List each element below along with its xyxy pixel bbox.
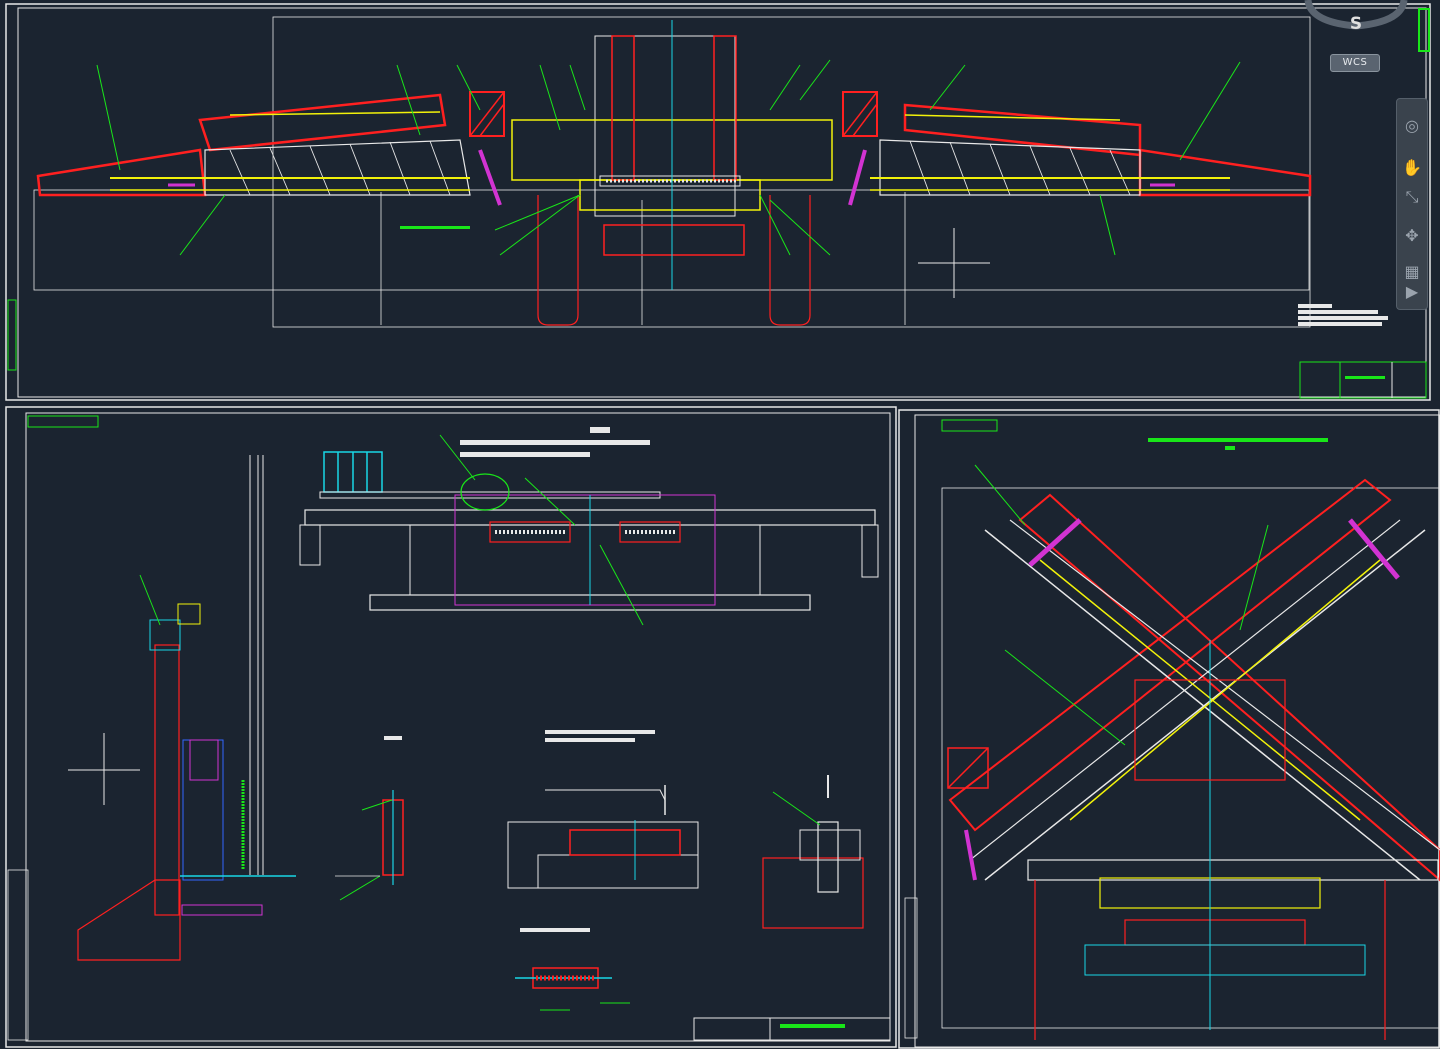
- viewcube-compass-letter[interactable]: S: [1346, 14, 1366, 34]
- play-icon[interactable]: ▶: [1400, 279, 1424, 303]
- orbit-icon[interactable]: ✥: [1400, 223, 1424, 247]
- green-marker: [1418, 8, 1430, 52]
- drawing-canvas[interactable]: [0, 0, 1440, 1049]
- pan-hand-icon[interactable]: ✋: [1400, 155, 1424, 179]
- zoom-icon[interactable]: ⤡: [1400, 185, 1424, 209]
- navigation-bar: ◎ ✋ ⤡ ✥ ▦ ▶: [1396, 98, 1428, 310]
- wcs-menu-button[interactable]: WCS: [1330, 54, 1380, 72]
- steering-wheel-icon[interactable]: ◎: [1400, 113, 1424, 137]
